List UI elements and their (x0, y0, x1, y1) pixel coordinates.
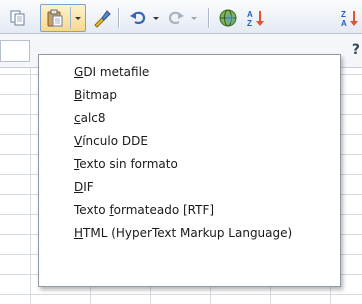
menu-item-dif[interactable]: DIF (39, 176, 340, 199)
clone-formatting-button[interactable] (92, 8, 112, 28)
redo-icon (168, 11, 184, 25)
sort-ascending-button[interactable]: A Z (246, 8, 266, 28)
toolbar-separator (118, 8, 119, 28)
menu-item-calc8[interactable]: calc8 (39, 107, 340, 130)
undo-icon (130, 11, 146, 25)
mnemonic: D (74, 180, 84, 194)
mnemonic: B (74, 88, 83, 102)
undo-button[interactable] (128, 8, 148, 28)
menu-item-formatted-text-rtf[interactable]: Texto formateado [RTF] (39, 199, 340, 222)
copy-button[interactable] (8, 8, 28, 28)
paste-special-menu: GDI metafile Bitmap calc8 Vínculo DDE Te… (38, 54, 341, 287)
mnemonic: V (74, 134, 83, 148)
svg-text:Z: Z (341, 10, 346, 19)
paste-split-button[interactable] (40, 4, 86, 32)
mnemonic: H (74, 226, 84, 240)
mnemonic: c (74, 111, 81, 125)
mnemonic: G (74, 65, 84, 79)
paste-button[interactable] (45, 8, 65, 28)
menu-item-html[interactable]: HTML (HyperText Markup Language) (39, 222, 340, 245)
standard-toolbar: A Z Z A (0, 0, 362, 34)
sort-descending-icon: Z A (341, 10, 358, 28)
copy-icon (10, 10, 25, 26)
calc-window: A Z Z A ? GDI metafile Bitmap calc8 Vínc… (0, 0, 362, 304)
paste-icon (47, 9, 63, 27)
clone-formatting-icon (94, 10, 111, 28)
sort-ascending-icon: A Z (247, 10, 264, 28)
paste-dropdown-arrow[interactable] (72, 8, 84, 28)
undo-dropdown-arrow[interactable] (150, 8, 162, 28)
sort-descending-button[interactable]: Z A (340, 8, 360, 28)
menu-item-bitmap[interactable]: Bitmap (39, 84, 340, 107)
menu-item-gdi-metafile[interactable]: GDI metafile (39, 61, 340, 84)
name-box[interactable] (0, 40, 30, 62)
redo-dropdown-arrow[interactable] (188, 8, 200, 28)
hyperlink-button[interactable] (218, 8, 238, 28)
svg-text:A: A (341, 19, 347, 28)
paste-divider (70, 7, 71, 29)
hyperlink-icon (219, 9, 237, 27)
svg-text:Z: Z (247, 19, 252, 28)
menu-item-unformatted-text[interactable]: Texto sin formato (39, 153, 340, 176)
toolbar-separator (208, 8, 209, 28)
svg-text:A: A (247, 10, 253, 19)
help-icon[interactable]: ? (352, 42, 360, 58)
redo-button[interactable] (166, 8, 186, 28)
menu-item-dde-link[interactable]: Vínculo DDE (39, 130, 340, 153)
